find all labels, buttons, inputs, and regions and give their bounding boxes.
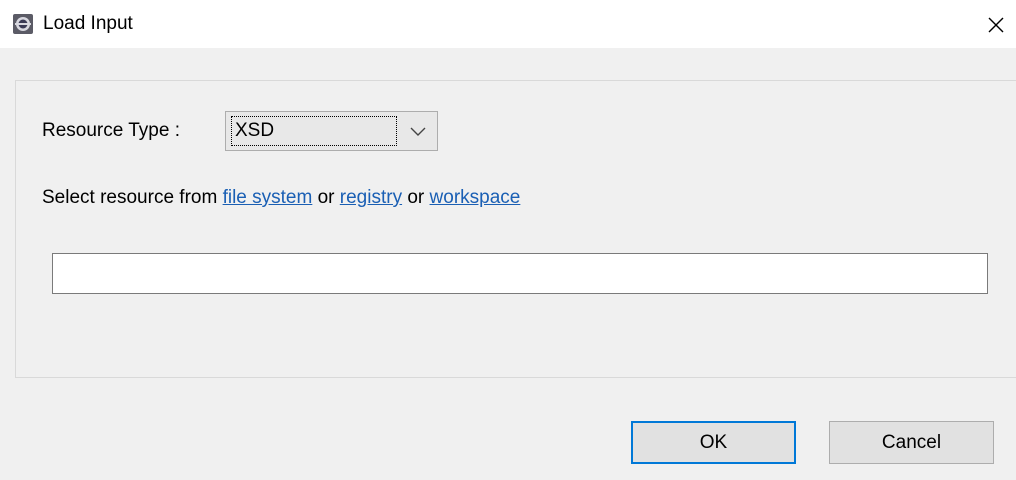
or-separator: or (402, 187, 430, 208)
file-system-link[interactable]: file system (223, 187, 313, 208)
select-resource-line: Select resource from file system or regi… (42, 186, 520, 210)
select-resource-prefix: Select resource from (42, 187, 223, 208)
resource-type-select[interactable]: XSD (225, 111, 438, 151)
chevron-down-icon (410, 127, 426, 136)
app-icon (12, 13, 34, 35)
resource-path-input[interactable] (52, 253, 988, 294)
close-button[interactable] (978, 8, 1014, 42)
registry-link[interactable]: registry (340, 187, 402, 208)
close-icon (988, 17, 1004, 33)
title-bar: Load Input (0, 0, 1016, 48)
resource-type-label: Resource Type : (42, 120, 181, 141)
workspace-link[interactable]: workspace (430, 187, 521, 208)
cancel-button[interactable]: Cancel (829, 421, 994, 464)
ok-button[interactable]: OK (631, 421, 796, 464)
or-separator: or (312, 187, 340, 208)
resource-type-value: XSD (231, 116, 397, 146)
window-title: Load Input (43, 13, 133, 34)
